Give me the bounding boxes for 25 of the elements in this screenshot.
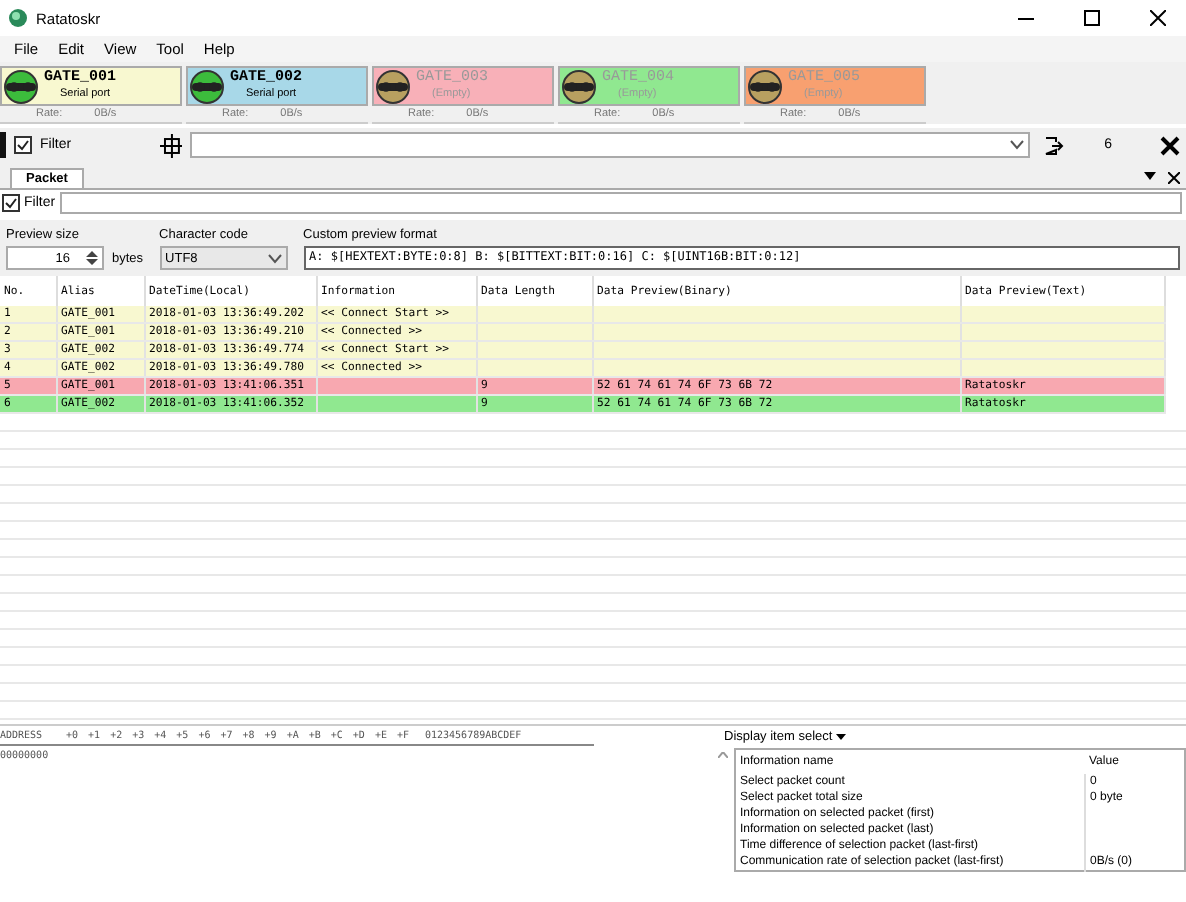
plug-icon — [562, 69, 596, 103]
filter-checkbox[interactable] — [13, 136, 32, 154]
app-icon — [8, 8, 28, 28]
check-icon — [15, 138, 30, 152]
close-tab-button[interactable] — [1162, 172, 1186, 184]
filter-field[interactable] — [190, 132, 1031, 158]
maximize-icon — [1083, 10, 1099, 26]
export-icon — [1044, 135, 1065, 155]
filter-checkbox[interactable] — [2, 194, 20, 212]
plug-icon — [376, 69, 410, 103]
plug-icon — [748, 69, 782, 103]
close-icon — [1149, 10, 1165, 26]
dropdown-icon — [267, 253, 282, 263]
dropdown-icon — [836, 734, 847, 740]
filter-field[interactable] — [59, 192, 1182, 214]
spinner-arrows-icon — [86, 250, 98, 266]
close-icon — [1160, 135, 1180, 155]
plug-icon — [4, 69, 38, 103]
plug-icon — [190, 69, 224, 103]
check-icon — [4, 196, 18, 210]
close-icon — [1168, 172, 1180, 184]
dropdown-icon — [1144, 172, 1156, 180]
dropdown-icon — [1010, 140, 1025, 150]
scroll-up-icon — [718, 752, 728, 758]
crosshair-icon — [159, 133, 183, 157]
